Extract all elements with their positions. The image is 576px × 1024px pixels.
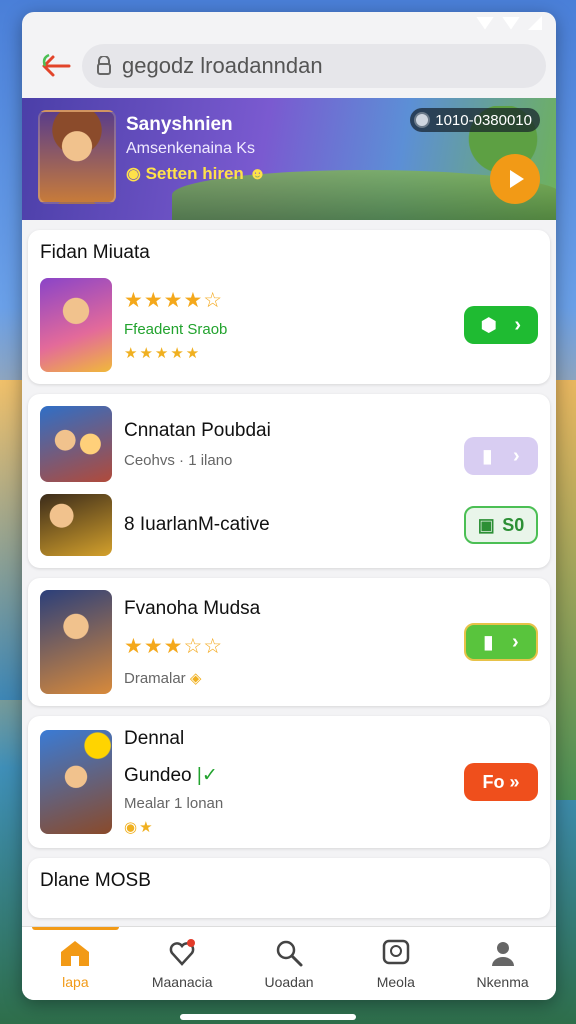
- card-heading: Fvanoha Mudsa: [124, 597, 261, 619]
- play-button[interactable]: [490, 154, 540, 204]
- bar-icon: ▮: [482, 445, 493, 466]
- banner-cta[interactable]: ◉ Setten hiren ☻: [126, 164, 266, 184]
- item-title: 8 IuarlanM-cative: [124, 514, 270, 535]
- pending-button[interactable]: ▮ ›: [464, 437, 538, 475]
- list-item[interactable]: 8 IuarlanM-cative ▣ S0: [40, 494, 538, 556]
- game-icon: [40, 730, 112, 834]
- list-item[interactable]: Dennal Gundeo |✓ Mealar 1 lonan ◉★ Fo »: [40, 728, 538, 836]
- banner-character-image: [38, 110, 116, 204]
- battery-icon: [528, 16, 542, 30]
- chat-icon: [382, 939, 410, 964]
- verified-icon: |✓: [196, 765, 218, 786]
- banner-title: Sanyshnien: [126, 114, 233, 135]
- chevron-right-icon: ›: [512, 444, 520, 467]
- lock-icon: [97, 56, 111, 75]
- nav-profile[interactable]: Nkenma: [449, 927, 556, 1000]
- item-meta: Dramalar ◈: [124, 669, 202, 687]
- star-rating: ★★★★☆: [124, 289, 224, 312]
- address-text: gegodz lroadanndan: [122, 53, 323, 78]
- address-bar[interactable]: gegodz lroadanndan: [82, 44, 546, 88]
- coin-icon: ◉: [126, 164, 146, 183]
- game-icon: [40, 590, 112, 694]
- coin-icon: [414, 112, 431, 128]
- bar-icon: ▮: [483, 631, 494, 652]
- download-button[interactable]: ⬢ ›: [464, 306, 538, 344]
- list-item[interactable]: Fvanoha Mudsa ★★★☆☆ Dramalar ◈ ▮ ›: [40, 590, 538, 694]
- sub-rating: ★★★★★: [124, 345, 202, 362]
- list-card: Dennal Gundeo |✓ Mealar 1 lonan ◉★ Fo »: [28, 716, 550, 848]
- content-list: Fidan Miuata ★★★★☆ Ffeadent Sraob ★★★★★ …: [22, 220, 556, 918]
- item-meta: Ceohvs · 1 ilano: [124, 451, 233, 469]
- play-now-button[interactable]: ▮ ›: [464, 623, 538, 661]
- banner-subtitle: Amsenkenaina Ks: [126, 140, 255, 157]
- list-item[interactable]: Cnnatan Poubdai Ceohvs · 1 ilano ▮ ›: [40, 406, 538, 482]
- mini-badges: ◉★: [124, 819, 155, 836]
- game-icon: [40, 494, 112, 556]
- install-button[interactable]: ▣ S0: [464, 506, 538, 544]
- heart-pin-icon: [169, 938, 196, 966]
- card-heading: Dlane MOSB: [40, 870, 151, 891]
- wifi-icon: [476, 16, 494, 30]
- item-label: Ffeadent Sraob: [124, 321, 228, 338]
- signal-icon: [502, 16, 520, 30]
- featured-banner[interactable]: Sanyshnien Amsenkenaina Ks ◉ Setten hire…: [22, 98, 556, 220]
- list-card: Fidan Miuata ★★★★☆ Ffeadent Sraob ★★★★★ …: [28, 230, 550, 384]
- bottom-navigation: lapa Maanacia Uoadan Meola Nkenma: [22, 926, 556, 1000]
- search-icon: [276, 940, 303, 966]
- star-rating: ★★★☆☆: [124, 634, 224, 658]
- chevron-right-icon: ›: [514, 313, 522, 336]
- status-bar: [22, 12, 556, 34]
- badge-icon: ◈: [189, 669, 202, 687]
- banner-counter-pill: 1010-0380010: [410, 108, 540, 132]
- home-icon: [61, 940, 90, 966]
- back-button[interactable]: [30, 46, 82, 86]
- nav-favorites[interactable]: Maanacia: [129, 927, 236, 1000]
- person-icon: [491, 941, 514, 966]
- app-icon: ▣: [477, 514, 495, 535]
- card-heading: Dennal: [124, 728, 185, 749]
- card-heading: Fidan Miuata: [40, 242, 150, 263]
- game-icon: [40, 406, 112, 482]
- item-title: Gundeo |✓: [124, 765, 218, 786]
- game-icon: [40, 278, 112, 372]
- nav-home[interactable]: lapa: [22, 927, 129, 1000]
- nav-search[interactable]: Uoadan: [236, 927, 343, 1000]
- back-arrow-icon: [42, 53, 71, 77]
- phone-screen: gegodz lroadanndan Sanyshnien Amsenkenai…: [22, 12, 556, 1000]
- nav-messages[interactable]: Meola: [342, 927, 449, 1000]
- card-heading: Cnnatan Poubdai: [124, 419, 271, 441]
- item-meta: Mealar 1 lonan: [124, 795, 224, 812]
- list-card: Dlane MOSB: [28, 858, 550, 918]
- list-card: Fvanoha Mudsa ★★★☆☆ Dramalar ◈ ▮ ›: [28, 578, 550, 706]
- download-icon: ⬢: [480, 314, 497, 335]
- browser-toolbar: gegodz lroadanndan: [22, 34, 556, 98]
- home-indicator[interactable]: [180, 1014, 356, 1020]
- chevron-right-icon: ›: [511, 630, 519, 653]
- get-button[interactable]: Fo »: [464, 763, 538, 801]
- list-card: Cnnatan Poubdai Ceohvs · 1 ilano ▮ › 8 Iu…: [28, 394, 550, 568]
- list-item[interactable]: ★★★★☆ Ffeadent Sraob ★★★★★ ⬢ ›: [40, 278, 538, 372]
- smile-icon: ☻: [243, 164, 267, 183]
